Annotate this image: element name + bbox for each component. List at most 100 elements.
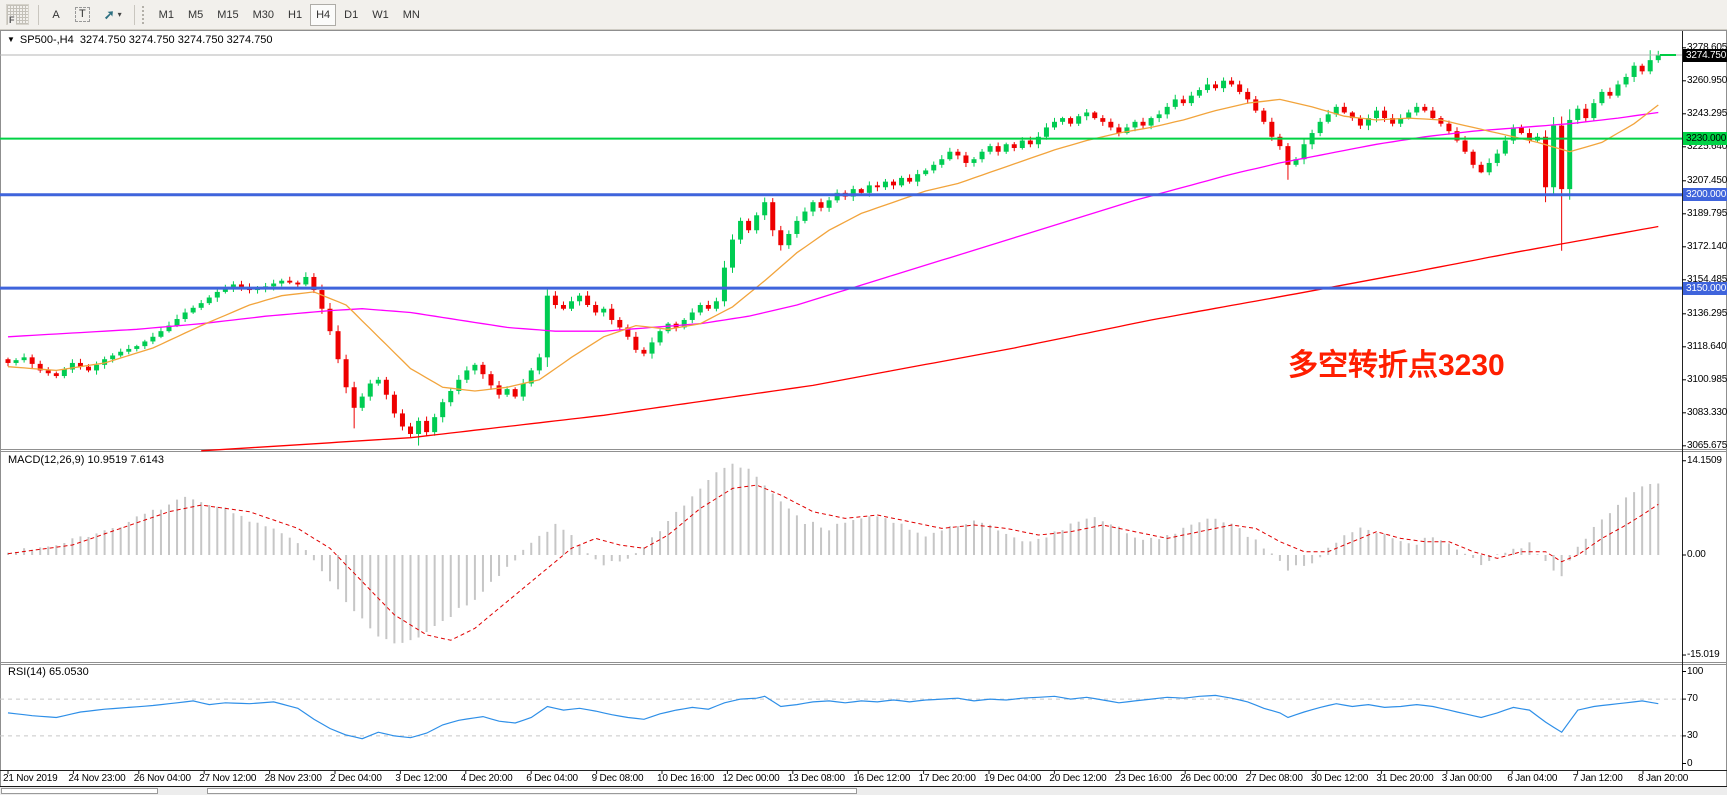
candlestick [513,389,518,396]
timeframe-w1-button[interactable]: W1 [366,4,395,26]
candlestick [1374,111,1379,118]
candlestick [1342,107,1347,113]
candlestick [1197,90,1202,96]
candlestick [1624,77,1629,84]
toolbar-separator [38,5,39,25]
candlestick [754,215,759,230]
timeframe-m30-button[interactable]: M30 [247,4,280,26]
candlestick [819,202,824,208]
candlestick [1575,109,1580,120]
candlestick [786,234,791,245]
top-toolbar: F A T ➚ ▾ M1 M5 M15 M30 H1 H4 D1 W1 MN [0,0,1727,30]
candlestick [416,421,421,434]
chart-plot-area[interactable] [0,0,1727,795]
toolbar-grip-icon[interactable]: F [6,4,29,25]
candlestick [1471,152,1476,165]
candlestick [1028,141,1033,145]
candlestick [199,303,204,308]
chart-window-border [1,31,1727,795]
scrollbar-left-segment[interactable] [1,788,158,794]
candlestick [593,305,598,312]
candlestick [183,312,188,319]
candlestick [1133,122,1138,128]
candlestick [1141,122,1146,126]
candlestick [1358,118,1363,125]
candlestick [972,159,977,163]
timeframe-m15-button[interactable]: M15 [211,4,244,26]
candlestick [1253,99,1258,110]
candlestick [537,357,542,370]
timeframe-h1-button[interactable]: H1 [282,4,308,26]
candlestick [1084,112,1089,116]
candlestick [126,349,131,352]
candlestick [118,352,123,356]
horizontal-scrollbar[interactable] [0,786,1727,795]
candlestick [142,341,147,346]
chart-title-bar: ▼SP500-,H4 3274.750 3274.750 3274.750 32… [7,34,273,46]
timeframe-d1-button[interactable]: D1 [338,4,364,26]
candlestick [1607,92,1612,96]
candlestick [1632,66,1637,77]
candlestick [811,202,816,211]
candlestick [955,152,960,156]
candlestick [1326,114,1331,121]
chart-annotation-text: 多空转折点3230 [1288,340,1505,384]
candlestick [1068,118,1073,124]
candlestick [1108,122,1113,128]
candlestick [30,357,35,364]
candlestick [1092,112,1097,118]
candlestick [996,146,1001,152]
timeframe-m5-button[interactable]: M5 [182,4,209,26]
candlestick [1245,92,1250,99]
candlestick [899,178,904,185]
candlestick [666,324,671,331]
candlestick [1414,107,1419,113]
dropdown-caret-icon[interactable]: ▾ [118,10,122,19]
candlestick [336,331,341,359]
letter-a-icon: A [52,9,59,21]
candlestick [400,413,405,426]
candlestick [22,357,27,360]
candlestick [875,185,880,187]
toolbar-grip-dots[interactable] [142,6,147,24]
candlestick [891,182,896,186]
candlestick [464,370,469,379]
candlestick [271,284,276,287]
grip-f-label: F [8,16,16,25]
text-a-tool-button[interactable]: A [45,4,67,26]
candlestick [1487,163,1492,172]
candlestick [1591,103,1596,118]
candlestick [883,182,888,188]
candlestick [553,296,558,305]
candlestick [947,152,952,159]
candlestick [191,308,196,313]
candlestick [424,421,429,432]
text-label-t-tool-button[interactable]: T [69,4,96,26]
candlestick [762,202,767,215]
arrows-tool-button[interactable]: ➚ ▾ [98,4,128,26]
scrollbar-thumb[interactable] [207,788,857,794]
ma-red-slow [201,227,1658,451]
app-root: F A T ➚ ▾ M1 M5 M15 M30 H1 H4 D1 W1 MN ▼… [0,0,1727,795]
candlestick [1269,122,1274,137]
candlestick [1463,141,1468,152]
candlestick [480,365,485,374]
candlestick [1640,66,1645,72]
candlestick [1012,144,1017,148]
timeframe-mn-button[interactable]: MN [397,4,426,26]
candlestick [1173,99,1178,106]
candlestick [1479,165,1484,172]
candlestick [1519,127,1524,133]
symbol-dropdown-caret-icon[interactable]: ▼ [7,35,15,44]
timeframe-h4-button[interactable]: H4 [310,4,336,26]
candlestick [521,384,526,397]
candlestick [746,221,751,230]
candlestick [633,337,638,350]
candlestick [867,185,872,192]
candlestick [988,146,993,152]
candlestick [1060,118,1065,122]
candlestick [1559,126,1564,190]
candlestick [802,212,807,221]
candlestick [577,296,582,302]
timeframe-m1-button[interactable]: M1 [153,4,180,26]
